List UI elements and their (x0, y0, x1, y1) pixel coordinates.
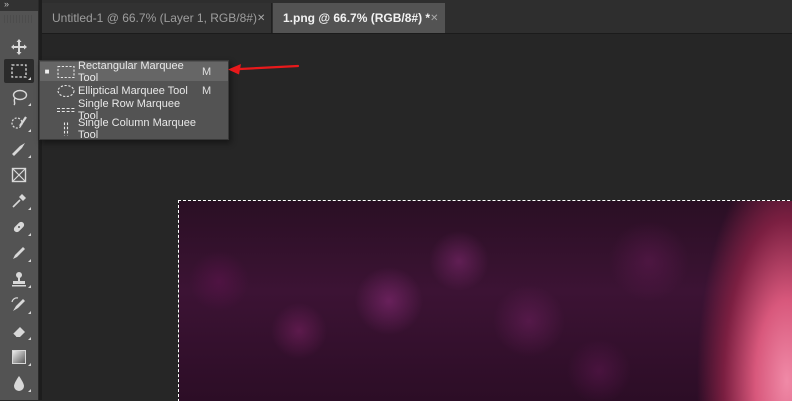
move-icon (11, 39, 27, 55)
eraser-tool-button[interactable] (4, 319, 34, 343)
gradient-tool-button[interactable] (4, 345, 34, 369)
selected-bullet-icon: ■ (44, 67, 50, 76)
move-tool-button[interactable] (4, 35, 34, 59)
more-tools-indicator (28, 103, 31, 106)
more-tools-indicator (28, 363, 31, 366)
document-image[interactable] (178, 200, 792, 401)
menu-item-rectangular-marquee[interactable]: ■ Rectangular Marquee Tool M (40, 59, 228, 84)
rectangular-marquee-tool-button[interactable] (4, 59, 34, 83)
tab-label: 1.png @ 66.7% (RGB/8#) * (283, 11, 431, 25)
blur-drop-icon (14, 376, 24, 391)
lasso-icon (12, 89, 28, 106)
eyedropper-tool-button[interactable] (4, 189, 34, 213)
clone-stamp-tool-button[interactable] (4, 267, 34, 291)
marquee-tools-flyout: ■ Rectangular Marquee Tool M Elliptical … (39, 59, 229, 141)
annotation-arrow-icon (228, 64, 300, 75)
crop-tool-button[interactable] (4, 137, 34, 161)
rectangular-marquee-icon (57, 65, 75, 78)
healing-brush-icon (13, 221, 25, 233)
more-tools-indicator (28, 155, 31, 158)
more-tools-indicator (28, 77, 31, 80)
gradient-icon (12, 350, 26, 364)
menu-item-label: Single Column Marquee Tool (78, 116, 197, 141)
eraser-icon (12, 327, 25, 338)
collapse-panel-icon[interactable]: » (4, 0, 9, 9)
tab-1-png[interactable]: 1.png @ 66.7% (RGB/8#) * ✕ (273, 3, 445, 33)
history-brush-tool-button[interactable] (4, 293, 34, 317)
crop-icon (12, 143, 25, 156)
menu-item-label: Rectangular Marquee Tool (78, 59, 184, 84)
document-tab-bar: Untitled-1 @ 66.7% (Layer 1, RGB/8#) ✕ 1… (42, 0, 792, 34)
more-tools-indicator (28, 259, 31, 262)
tab-untitled-1[interactable]: Untitled-1 @ 66.7% (Layer 1, RGB/8#) ✕ (42, 3, 272, 33)
elliptical-marquee-icon (57, 84, 75, 97)
more-tools-indicator (28, 311, 31, 314)
lasso-tool-button[interactable] (4, 85, 34, 109)
toolbar-grip[interactable] (4, 15, 34, 23)
menu-item-shortcut: M (202, 84, 212, 97)
quick-selection-icon (11, 116, 27, 129)
single-row-marquee-icon (57, 107, 75, 112)
close-icon[interactable]: ✕ (430, 13, 438, 24)
more-tools-indicator (28, 207, 31, 210)
brush-tool-button[interactable] (4, 241, 34, 265)
tools-panel (0, 11, 39, 400)
more-tools-indicator (28, 285, 31, 288)
healing-brush-tool-button[interactable] (4, 215, 34, 239)
more-tools-indicator (28, 337, 31, 340)
frame-tool-button[interactable] (4, 163, 34, 187)
more-tools-indicator (28, 389, 31, 392)
clone-stamp-icon (12, 272, 26, 287)
menu-item-label: Elliptical Marquee Tool (78, 84, 188, 97)
close-icon[interactable]: ✕ (257, 13, 265, 24)
blur-tool-button[interactable] (4, 371, 34, 395)
tab-label: Untitled-1 @ 66.7% (Layer 1, RGB/8#) (52, 11, 257, 25)
history-brush-icon (11, 297, 25, 311)
quick-selection-tool-button[interactable] (4, 111, 34, 135)
brush-icon (13, 247, 25, 259)
toolbar-header: » (0, 0, 38, 11)
frame-icon (11, 167, 27, 183)
menu-item-shortcut: M (202, 65, 212, 78)
more-tools-indicator (28, 233, 31, 236)
eyedropper-icon (12, 194, 26, 208)
more-tools-indicator (28, 129, 31, 132)
rectangular-marquee-icon (11, 64, 27, 78)
single-column-marquee-icon (63, 122, 69, 135)
menu-item-single-column-marquee[interactable]: Single Column Marquee Tool (40, 116, 228, 141)
